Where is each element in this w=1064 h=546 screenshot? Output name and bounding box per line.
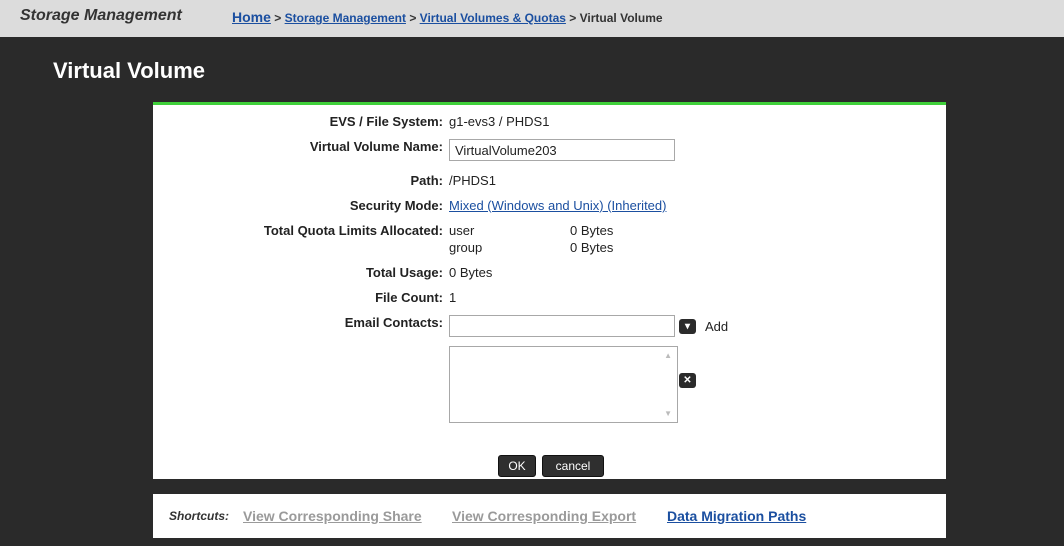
breadcrumb-current: Virtual Volume bbox=[579, 11, 663, 25]
virtual-volume-name-label: Virtual Volume Name: bbox=[309, 139, 443, 154]
breadcrumb-separator: > bbox=[274, 11, 282, 25]
quota-user-type: user bbox=[449, 223, 475, 238]
shortcuts-label: Shortcuts: bbox=[169, 509, 229, 523]
breadcrumb-storage-management-link[interactable]: Storage Management bbox=[285, 11, 406, 25]
breadcrumb-home-link[interactable]: Home bbox=[232, 9, 271, 25]
quota-group-type: group bbox=[449, 240, 483, 255]
breadcrumb-separator: > bbox=[409, 11, 417, 25]
view-corresponding-export-link: View Corresponding Export bbox=[452, 508, 637, 524]
scroll-down-icon[interactable]: ▼ bbox=[664, 409, 672, 418]
scroll-up-icon[interactable]: ▲ bbox=[664, 351, 672, 360]
file-count-label: File Count: bbox=[375, 290, 443, 305]
ok-button[interactable]: OK bbox=[498, 455, 536, 477]
quota-user-amount: 0 Bytes bbox=[570, 223, 614, 238]
virtual-volume-form: EVS / File System: g1-evs3 / PHDS1 Virtu… bbox=[153, 102, 946, 479]
path-label: Path: bbox=[410, 173, 444, 188]
evs-value: g1-evs3 / PHDS1 bbox=[449, 114, 550, 129]
quota-limits-label: Total Quota Limits Allocated: bbox=[263, 223, 443, 238]
email-contacts-label: Email Contacts: bbox=[344, 315, 443, 330]
breadcrumb: Home > Storage Management > Virtual Volu… bbox=[232, 9, 663, 25]
section-title: Storage Management bbox=[20, 7, 182, 24]
security-mode-label: Security Mode: bbox=[349, 198, 443, 213]
security-mode-link[interactable]: Mixed (Windows and Unix) (Inherited) bbox=[449, 198, 666, 213]
total-usage-value: 0 Bytes bbox=[449, 265, 493, 280]
add-email-link[interactable]: Add bbox=[705, 319, 728, 334]
breadcrumb-separator: > bbox=[569, 11, 577, 25]
breadcrumb-virtual-volumes-link[interactable]: Virtual Volumes & Quotas bbox=[420, 11, 566, 25]
cancel-button[interactable]: cancel bbox=[542, 455, 604, 477]
virtual-volume-name-input[interactable]: VirtualVolume203 bbox=[449, 139, 675, 161]
page-title: Virtual Volume bbox=[53, 58, 206, 83]
quota-group-amount: 0 Bytes bbox=[570, 240, 614, 255]
evs-label: EVS / File System: bbox=[329, 114, 443, 129]
view-corresponding-share-link: View Corresponding Share bbox=[243, 508, 422, 524]
total-usage-label: Total Usage: bbox=[365, 265, 443, 280]
top-bar: Storage Management Home > Storage Manage… bbox=[0, 0, 1064, 37]
email-contact-input[interactable] bbox=[449, 315, 675, 337]
data-migration-paths-link[interactable]: Data Migration Paths bbox=[667, 508, 806, 524]
path-value: /PHDS1 bbox=[449, 173, 496, 188]
file-count-value: 1 bbox=[449, 290, 457, 305]
shortcuts-bar: Shortcuts: View Corresponding Share View… bbox=[153, 494, 946, 538]
email-contacts-list[interactable]: ▲ ▼ bbox=[449, 346, 678, 423]
remove-email-icon[interactable]: ✕ bbox=[679, 373, 696, 388]
add-email-icon[interactable]: ▾ bbox=[679, 319, 696, 334]
